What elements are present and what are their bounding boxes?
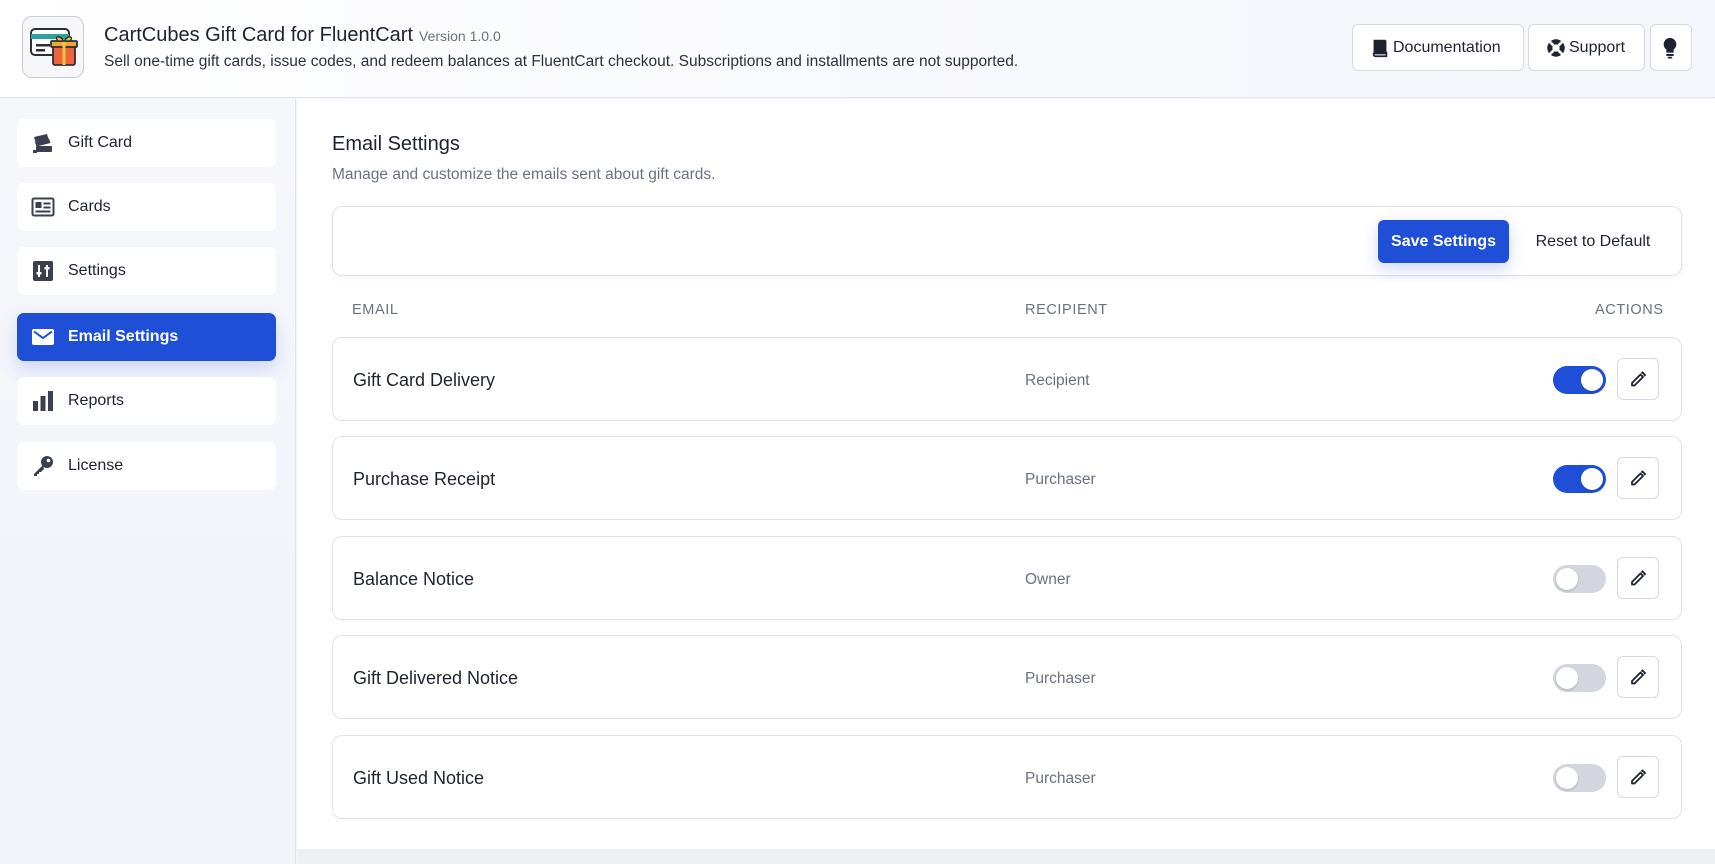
toggle-knob [1556,667,1578,689]
enable-toggle[interactable] [1553,366,1606,394]
sidebar-item-label: Reports [68,392,125,409]
email-recipient: Purchaser [1025,770,1096,787]
app-name: CartCubes Gift Card for FluentCart [104,24,413,46]
app-header: CartCubes Gift Card for FluentCart Versio… [0,0,1715,98]
mail-icon [31,325,55,349]
book-icon [1372,39,1388,57]
email-row-purchase-receipt: Purchase Receipt Purchaser [332,436,1682,520]
toggle-knob [1581,468,1603,490]
email-recipient: Owner [1025,571,1071,588]
sidebar-item-label: Cards [68,198,111,215]
pencil-icon [1631,470,1647,486]
page-title: Email Settings [332,133,460,155]
email-row-gift-delivered-notice: Gift Delivered Notice Purchaser [332,635,1682,719]
sidebar-item-cards[interactable]: Cards [17,183,276,231]
support-label: Support [1569,38,1626,56]
email-name: Gift Used Notice [353,768,485,788]
enable-toggle[interactable] [1553,465,1606,493]
app-title: CartCubes Gift Card for FluentCart Versio… [104,24,501,47]
sidebar-item-settings[interactable]: Settings [17,247,276,295]
main-content: Email Settings Manage and customize the … [297,99,1715,849]
app-version: Version 1.0.0 [419,28,501,44]
actions-toolbar: Save Settings Reset to Default [332,206,1682,276]
settings-icon [31,259,55,283]
enable-toggle[interactable] [1553,565,1606,593]
bar-chart-icon [31,389,55,413]
app-logo [22,16,84,78]
sidebar: Gift Card Cards Settings Email Settings … [0,99,296,864]
sidebar-item-gift-card[interactable]: Gift Card [17,119,276,167]
save-settings-button[interactable]: Save Settings [1378,220,1509,263]
key-icon [31,454,55,478]
sidebar-item-reports[interactable]: Reports [17,377,276,425]
email-recipient: Recipient [1025,372,1090,389]
sidebar-item-label: Settings [68,262,126,279]
pencil-icon [1631,371,1647,387]
edit-button[interactable] [1617,656,1659,698]
email-name: Purchase Receipt [353,469,496,489]
pencil-icon [1631,769,1647,785]
gift-card-icon [31,131,55,155]
gift-card-logo-icon [30,28,78,66]
sidebar-item-label: Gift Card [68,134,133,151]
column-header-recipient: RECIPIENT [1025,302,1108,318]
enable-toggle[interactable] [1553,764,1606,792]
email-name: Gift Card Delivery [353,370,496,390]
edit-button[interactable] [1617,457,1659,499]
reset-to-default-button[interactable]: Reset to Default [1523,220,1663,263]
column-header-actions: ACTIONS [1595,302,1664,318]
email-recipient: Purchaser [1025,670,1096,687]
column-header-email: EMAIL [352,302,399,318]
email-row-gift-used-notice: Gift Used Notice Purchaser [332,735,1682,819]
toggle-knob [1581,369,1603,391]
edit-button[interactable] [1617,756,1659,798]
documentation-label: Documentation [1393,38,1501,56]
sidebar-item-label: License [68,457,124,474]
sidebar-item-license[interactable]: License [17,442,276,490]
sidebar-item-label: Email Settings [68,328,179,345]
lifebuoy-icon [1547,38,1565,57]
email-name: Gift Delivered Notice [353,668,519,688]
toggle-knob [1556,568,1578,590]
email-recipient: Purchaser [1025,471,1096,488]
page-subtitle: Manage and customize the emails sent abo… [332,166,716,183]
documentation-button[interactable]: Documentation [1352,24,1524,71]
support-button[interactable]: Support [1528,24,1645,71]
sidebar-item-email-settings[interactable]: Email Settings [17,313,276,361]
toggle-knob [1556,767,1578,789]
enable-toggle[interactable] [1553,664,1606,692]
bottom-strip [297,849,1715,864]
edit-button[interactable] [1617,358,1659,400]
pencil-icon [1631,570,1647,586]
app-description: Sell one-time gift cards, issue codes, a… [104,53,1019,70]
email-row-gift-card-delivery: Gift Card Delivery Recipient [332,337,1682,421]
theme-toggle-button[interactable] [1650,24,1692,71]
cards-icon [31,195,55,219]
email-name: Balance Notice [353,569,475,589]
email-row-balance-notice: Balance Notice Owner [332,536,1682,620]
pencil-icon [1631,669,1647,685]
edit-button[interactable] [1617,557,1659,599]
lightbulb-icon [1663,37,1677,59]
